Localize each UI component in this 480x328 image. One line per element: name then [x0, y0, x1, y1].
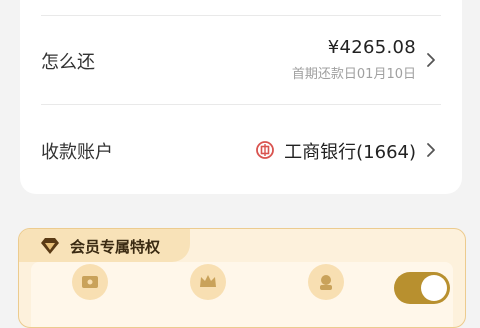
icbc-logo-icon [256, 141, 274, 159]
bank-name: 工商银行(1664) [284, 142, 416, 163]
member-title: 会员专属特权 [70, 238, 161, 256]
perk-ticket[interactable] [72, 264, 108, 300]
ticket-icon [82, 276, 98, 288]
crown-icon [200, 275, 216, 287]
repay-amount: ¥4265.08 [327, 37, 416, 58]
chevron-right-icon [427, 53, 435, 67]
chevron-right-icon [427, 143, 435, 157]
divider [41, 15, 441, 16]
perk-service[interactable] [308, 264, 344, 300]
member-header-tab: 会员专属特权 [19, 229, 190, 262]
repay-label: 怎么还 [41, 52, 95, 73]
member-toggle[interactable] [394, 272, 450, 304]
toggle-knob [421, 275, 447, 301]
divider [41, 104, 441, 105]
service-icon [320, 275, 332, 290]
first-due-date: 首期还款日01月10日 [291, 67, 416, 82]
perk-crown[interactable] [190, 264, 226, 300]
loan-detail-card: 怎么还 ¥4265.08 首期还款日01月10日 收款账户 工商银行(1664) [20, 0, 462, 194]
diamond-icon [41, 238, 59, 254]
receive-account-label: 收款账户 [41, 142, 113, 163]
